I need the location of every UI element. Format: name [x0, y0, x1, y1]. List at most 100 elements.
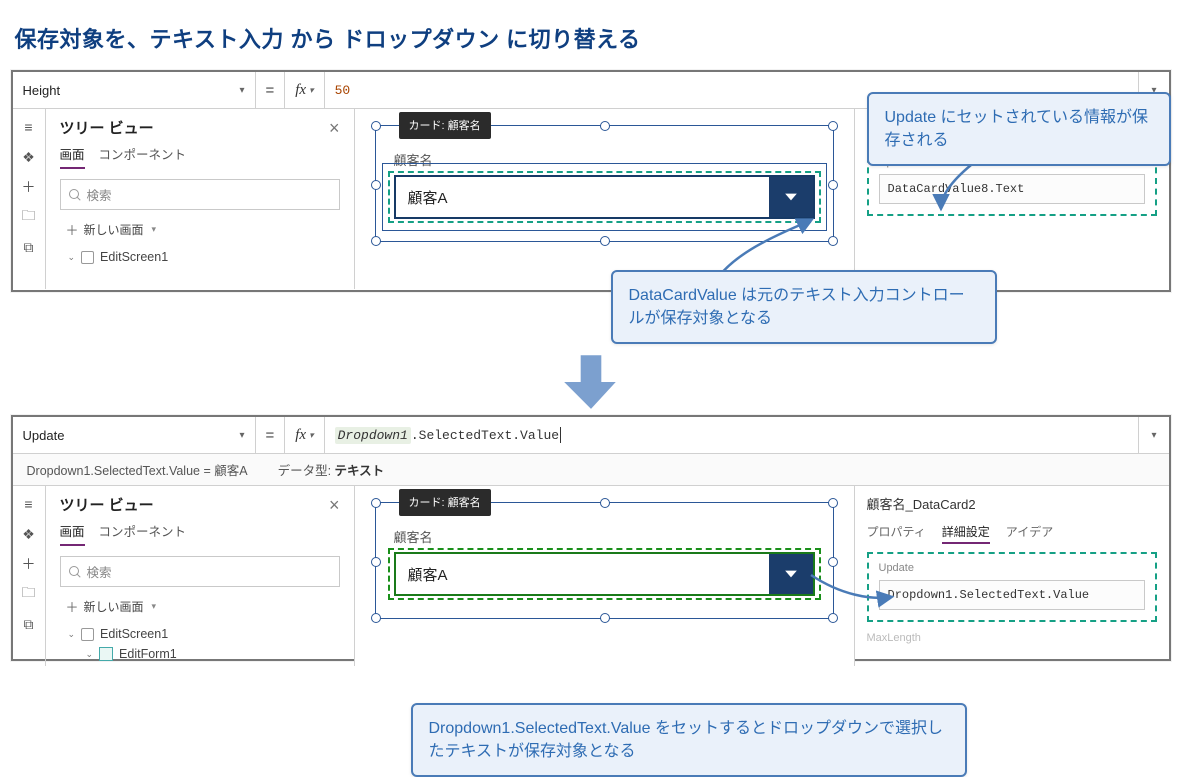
tree-item-editform1[interactable]: ⌄ EditForm1: [60, 644, 340, 664]
data-card[interactable]: 顧客名 顧客A: [375, 502, 834, 619]
resize-handle[interactable]: [371, 498, 381, 508]
dropdown-control[interactable]: 顧客A: [394, 175, 815, 219]
data-card[interactable]: 顧客名 顧客A: [375, 125, 834, 242]
tree-view-title: ツリー ビュー: [60, 494, 154, 515]
tree-tabs: 画面 コンポーネント: [60, 521, 340, 546]
fx-icon: fx: [295, 427, 306, 444]
tab-screen[interactable]: 画面: [60, 521, 85, 546]
tree-view-pane: ツリー ビュー × 画面 コンポーネント 検索 ＋ 新しい画面 ▾: [46, 486, 355, 666]
data-icon[interactable]: 🗀: [21, 209, 37, 225]
close-icon[interactable]: ×: [329, 496, 340, 514]
resize-handle[interactable]: [828, 613, 838, 623]
screen-icon: [81, 628, 94, 641]
resize-handle[interactable]: [371, 180, 381, 190]
card-chip: カード: 顧客名: [399, 489, 491, 516]
maxlength-label: MaxLength: [867, 632, 1157, 644]
hamburger-icon[interactable]: ≡: [21, 496, 37, 512]
resize-handle[interactable]: [371, 557, 381, 567]
resize-handle[interactable]: [600, 613, 610, 623]
tree-search-input[interactable]: 検索: [60, 179, 340, 210]
new-screen-button[interactable]: ＋ 新しい画面 ▾: [66, 220, 340, 239]
plus-icon[interactable]: ＋: [21, 179, 37, 195]
dropdown-chevron-button[interactable]: [769, 177, 813, 217]
chevron-down-icon: [781, 564, 801, 584]
callout-datacardvalue: DataCardValue は元のテキスト入力コントロールが保存対象となる: [611, 270, 997, 344]
plus-icon: ＋: [66, 597, 79, 616]
formula-bar: Update ▾ = fx ▾ Dropdown1.SelectedText.V…: [13, 417, 1169, 454]
chevron-down-icon: ▾: [152, 601, 157, 612]
resize-handle[interactable]: [600, 236, 610, 246]
properties-tabs: プロパティ 詳細設定 アイデア: [867, 523, 1157, 544]
tab-screen[interactable]: 画面: [60, 144, 85, 169]
property-selector[interactable]: Height ▾: [13, 72, 256, 108]
formula-input[interactable]: Dropdown1.SelectedText.Value: [325, 417, 1139, 453]
resize-handle[interactable]: [828, 121, 838, 131]
resize-handle[interactable]: [828, 557, 838, 567]
tab-properties[interactable]: プロパティ: [867, 523, 926, 544]
field-label: 顧客名: [394, 527, 815, 546]
new-screen-button[interactable]: ＋ 新しい画面 ▾: [66, 597, 340, 616]
resize-handle[interactable]: [600, 121, 610, 131]
formula-result-bar: Dropdown1.SelectedText.Value = 顧客A データ型:…: [13, 454, 1169, 486]
transition-arrow: [11, 349, 1171, 415]
callout-update-saved: Update にセットされている情報が保存される: [867, 92, 1171, 166]
tree-tabs: 画面 コンポーネント: [60, 144, 340, 169]
layers-icon[interactable]: ❖: [21, 149, 37, 165]
editor-after: Update ▾ = fx ▾ Dropdown1.SelectedText.V…: [11, 415, 1171, 661]
callout-dropdown-selectedtext: Dropdown1.SelectedText.Value をセットするとドロップ…: [411, 703, 967, 777]
chevron-down-icon: ▾: [309, 85, 314, 96]
media-icon[interactable]: ⧉: [21, 616, 37, 632]
property-selector-value: Height: [23, 83, 61, 98]
down-arrow-icon: [558, 349, 624, 415]
property-selector-value: Update: [23, 428, 65, 443]
dropdown-chevron-button[interactable]: [769, 554, 813, 594]
tab-advanced[interactable]: 詳細設定: [942, 523, 990, 544]
fx-button[interactable]: fx ▾: [285, 417, 324, 453]
card-chip: カード: 顧客名: [399, 112, 491, 139]
left-icon-rail: ≡ ❖ ＋ 🗀 ⧉: [13, 486, 46, 666]
equals-sign: =: [256, 72, 286, 108]
tree-search-input[interactable]: 検索: [60, 556, 340, 587]
chevron-down-icon: ▾: [239, 85, 244, 96]
formula-datatype: データ型: テキスト: [278, 460, 385, 479]
selected-control-name: 顧客名_DataCard2: [867, 494, 1157, 513]
dropdown-value: 顧客A: [396, 554, 769, 594]
dropdown-control[interactable]: 顧客A: [394, 552, 815, 596]
field-label: 顧客名: [394, 150, 815, 169]
plus-icon[interactable]: ＋: [21, 556, 37, 572]
update-property-input[interactable]: Dropdown1.SelectedText.Value: [879, 580, 1145, 610]
tree-list: ⌄ EditScreen1 ⌄ EditForm1: [60, 624, 340, 664]
close-icon[interactable]: ×: [329, 119, 340, 137]
property-selector[interactable]: Update ▾: [13, 417, 256, 453]
chevron-down-icon: [781, 187, 801, 207]
update-property-block: Update Dropdown1.SelectedText.Value: [867, 552, 1157, 622]
chevron-down-icon: ⌄: [68, 629, 76, 640]
dropdown-value: 顧客A: [396, 177, 769, 217]
resize-handle[interactable]: [828, 180, 838, 190]
resize-handle[interactable]: [828, 236, 838, 246]
canvas-area[interactable]: カード: 顧客名 顧客名: [355, 486, 854, 666]
tab-components[interactable]: コンポーネント: [99, 144, 187, 169]
formula-expand-button[interactable]: ▾: [1138, 417, 1168, 453]
media-icon[interactable]: ⧉: [21, 239, 37, 255]
resize-handle[interactable]: [828, 498, 838, 508]
fx-icon: fx: [295, 82, 306, 99]
layers-icon[interactable]: ❖: [21, 526, 37, 542]
hamburger-icon[interactable]: ≡: [21, 119, 37, 135]
resize-handle[interactable]: [371, 613, 381, 623]
chevron-down-icon: ⌄: [68, 252, 76, 263]
update-property-input[interactable]: DataCardValue8.Text: [879, 174, 1145, 204]
chevron-down-icon: ▾: [152, 224, 157, 235]
data-icon[interactable]: 🗀: [21, 586, 37, 602]
tree-item-editscreen1[interactable]: ⌄ EditScreen1: [60, 247, 340, 267]
tree-item-editscreen1[interactable]: ⌄ EditScreen1: [60, 624, 340, 644]
fx-button[interactable]: fx ▾: [285, 72, 324, 108]
resize-handle[interactable]: [371, 121, 381, 131]
resize-handle[interactable]: [600, 498, 610, 508]
resize-handle[interactable]: [371, 236, 381, 246]
chevron-down-icon: ▾: [309, 430, 314, 441]
left-icon-rail: ≡ ❖ ＋ 🗀 ⧉: [13, 109, 46, 289]
tab-ideas[interactable]: アイデア: [1006, 523, 1053, 544]
canvas-area[interactable]: カード: 顧客名 顧客名: [355, 109, 854, 289]
tab-components[interactable]: コンポーネント: [99, 521, 187, 546]
